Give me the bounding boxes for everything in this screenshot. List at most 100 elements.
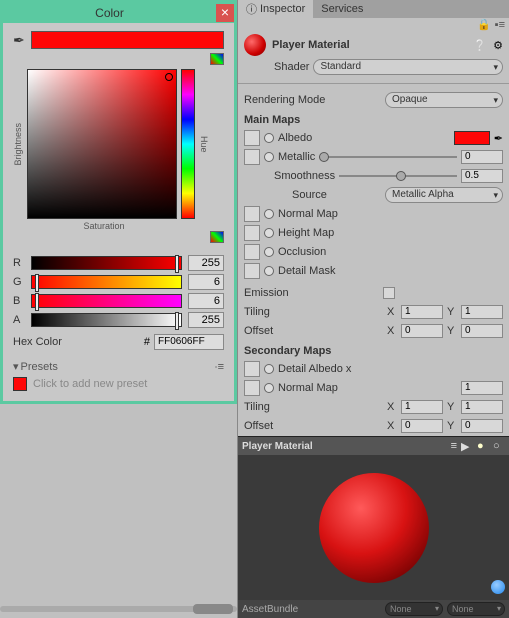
offset-y[interactable]: 0 <box>461 324 503 338</box>
tiling-y[interactable]: 1 <box>461 305 503 319</box>
source-dropdown[interactable]: Metallic Alpha <box>385 187 503 203</box>
assetbundle-name-dropdown[interactable]: None <box>385 602 443 616</box>
emission-label: Emission <box>244 287 289 299</box>
palette-icon[interactable] <box>210 53 224 65</box>
detailmask-label: Detail Mask <box>278 265 335 277</box>
scroll-thumb[interactable] <box>193 604 233 614</box>
detailmask-radio[interactable] <box>264 266 274 276</box>
offset2-x[interactable]: 0 <box>401 419 443 433</box>
tab-services[interactable]: Services <box>313 0 371 18</box>
color-picker-titlebar[interactable]: Color × <box>3 3 234 23</box>
info-icon: ⓘ <box>246 1 257 17</box>
r-label: R <box>13 257 25 269</box>
presets-label: Presets <box>21 361 58 373</box>
metallic-texture-slot[interactable] <box>244 149 260 165</box>
light-gizmo-icon[interactable] <box>491 580 505 594</box>
inspector-tabs: ⓘ Inspector Services <box>238 0 509 18</box>
b-value[interactable]: 6 <box>188 293 224 309</box>
normalmap-radio[interactable] <box>264 209 274 219</box>
metallic-radio[interactable] <box>264 152 274 162</box>
preset-swatch[interactable] <box>13 377 27 391</box>
slider-mode-icon[interactable] <box>210 231 224 243</box>
hex-prefix: # <box>144 336 150 348</box>
metallic-value[interactable]: 0 <box>461 150 503 164</box>
light-icon[interactable]: ● <box>477 440 489 452</box>
smoothness-value[interactable]: 0.5 <box>461 169 503 183</box>
g-slider[interactable] <box>31 275 182 289</box>
close-button[interactable]: × <box>216 4 234 22</box>
heightmap-label: Height Map <box>278 227 334 239</box>
detailmask-texture-slot[interactable] <box>244 263 260 279</box>
normalmap-texture-slot[interactable] <box>244 206 260 222</box>
hue-label: Hue <box>199 136 209 153</box>
normalmap2-radio[interactable] <box>264 383 274 393</box>
normalmap2-value[interactable]: 1 <box>461 381 503 395</box>
eyedropper-icon[interactable]: ✒ <box>494 132 503 145</box>
color-picker-title: Color <box>3 6 216 20</box>
hex-label: Hex Color <box>13 336 140 348</box>
albedo-color[interactable] <box>454 131 490 145</box>
hex-input[interactable]: FF0606FF <box>154 334 224 350</box>
a-slider[interactable] <box>31 313 182 327</box>
occlusion-label: Occlusion <box>278 246 326 258</box>
occlusion-texture-slot[interactable] <box>244 244 260 260</box>
emission-checkbox[interactable] <box>383 287 395 299</box>
tab-inspector[interactable]: ⓘ Inspector <box>238 0 313 18</box>
offset-x[interactable]: 0 <box>401 324 443 338</box>
y-label: Y <box>447 306 457 318</box>
r-slider[interactable] <box>31 256 182 270</box>
eyedropper-icon[interactable]: ✒ <box>13 32 25 49</box>
add-preset-text[interactable]: Click to add new preset <box>33 378 147 390</box>
a-value[interactable]: 255 <box>188 312 224 328</box>
offset-label: Offset <box>244 325 273 337</box>
context-menu-icon[interactable]: ▪≡ <box>495 19 505 31</box>
gear-icon[interactable]: ⚙ <box>493 39 503 52</box>
hue-slider[interactable] <box>181 69 195 219</box>
heightmap-texture-slot[interactable] <box>244 225 260 241</box>
tiling2-y[interactable]: 1 <box>461 400 503 414</box>
g-label: G <box>13 276 25 288</box>
current-color-swatch <box>31 31 224 49</box>
smoothness-slider[interactable] <box>339 169 457 183</box>
circle-icon[interactable]: ○ <box>493 440 505 452</box>
lock-icon[interactable]: 🔒 <box>477 18 491 31</box>
assetbundle-variant-dropdown[interactable]: None <box>447 602 505 616</box>
saturation-label: Saturation <box>29 221 179 231</box>
normalmap-label: Normal Map <box>278 208 338 220</box>
horizontal-scrollbar[interactable] <box>0 602 237 616</box>
offset2-y[interactable]: 0 <box>461 419 503 433</box>
albedo-texture-slot[interactable] <box>244 130 260 146</box>
smoothness-label: Smoothness <box>274 170 335 182</box>
g-value[interactable]: 6 <box>188 274 224 290</box>
main-maps-header: Main Maps <box>244 114 503 126</box>
empty-left-area <box>0 404 237 618</box>
play-icon[interactable]: ▶ <box>461 440 473 452</box>
material-name: Player Material <box>272 39 467 51</box>
metallic-label: Metallic <box>278 151 315 163</box>
rendering-mode-dropdown[interactable]: Opaque <box>385 92 503 108</box>
sv-cursor[interactable] <box>165 73 173 81</box>
color-picker-window: Color × ✒ Brightness Hue Saturation R <box>0 0 237 404</box>
shader-dropdown[interactable]: Standard <box>313 59 503 75</box>
b-label: B <box>13 295 25 307</box>
albedo-radio[interactable] <box>264 133 274 143</box>
help-icon[interactable]: ❔ <box>473 39 487 52</box>
heightmap-radio[interactable] <box>264 228 274 238</box>
tiling2-x[interactable]: 1 <box>401 400 443 414</box>
r-value[interactable]: 255 <box>188 255 224 271</box>
disclosure-icon: ▾ <box>13 360 19 373</box>
preset-menu-icon[interactable]: ∙≡ <box>215 361 224 373</box>
detail-albedo-radio[interactable] <box>264 364 274 374</box>
tiling2-label: Tiling <box>244 401 270 413</box>
metallic-slider[interactable] <box>319 150 457 164</box>
presets-header[interactable]: ▾ Presets ∙≡ <box>13 360 224 373</box>
b-slider[interactable] <box>31 294 182 308</box>
saturation-value-area[interactable] <box>27 69 177 219</box>
normalmap2-slot[interactable] <box>244 380 260 396</box>
a-label: A <box>13 314 25 326</box>
occlusion-radio[interactable] <box>264 247 274 257</box>
preview-viewport[interactable] <box>238 455 509 600</box>
bar-icon[interactable]: ≡ <box>451 440 457 452</box>
tiling-x[interactable]: 1 <box>401 305 443 319</box>
detail-albedo-slot[interactable] <box>244 361 260 377</box>
